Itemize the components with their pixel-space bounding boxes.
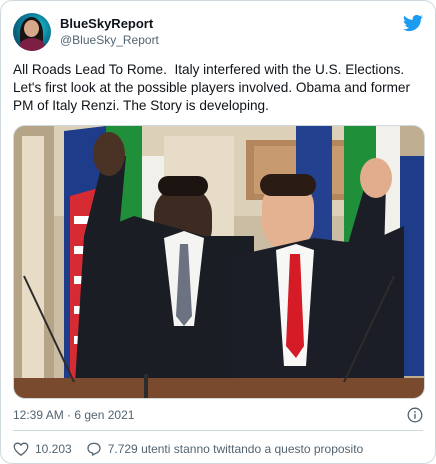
tweet-actions: 10.203 7.729 utenti stanno twittando a q… [13, 439, 363, 459]
tweet-timestamp[interactable]: 12:39 AM · 6 gen 2021 [13, 408, 134, 422]
author-block[interactable]: BlueSkyReport @BlueSky_Report [60, 16, 159, 48]
like-count[interactable]: 10.203 [35, 442, 72, 456]
divider [13, 430, 423, 431]
tweet-photo[interactable] [13, 125, 425, 399]
speech-bubble-icon[interactable] [86, 441, 102, 457]
info-icon[interactable] [407, 407, 423, 423]
reply-conversation-text[interactable]: 7.729 utenti stanno twittando a questo p… [108, 442, 364, 456]
avatar[interactable] [13, 13, 51, 51]
tweet-text: All Roads Lead To Rome. Italy interfered… [13, 62, 414, 113]
twitter-bird-icon[interactable] [403, 14, 423, 32]
tweet-card[interactable]: BlueSkyReport @BlueSky_Report All Roads … [0, 0, 436, 464]
heart-icon[interactable] [13, 441, 29, 457]
tweet-header: BlueSkyReport @BlueSky_Report [13, 12, 423, 52]
user-handle[interactable]: @BlueSky_Report [60, 32, 159, 48]
display-name[interactable]: BlueSkyReport [60, 16, 159, 32]
photo-illustration [14, 126, 424, 398]
